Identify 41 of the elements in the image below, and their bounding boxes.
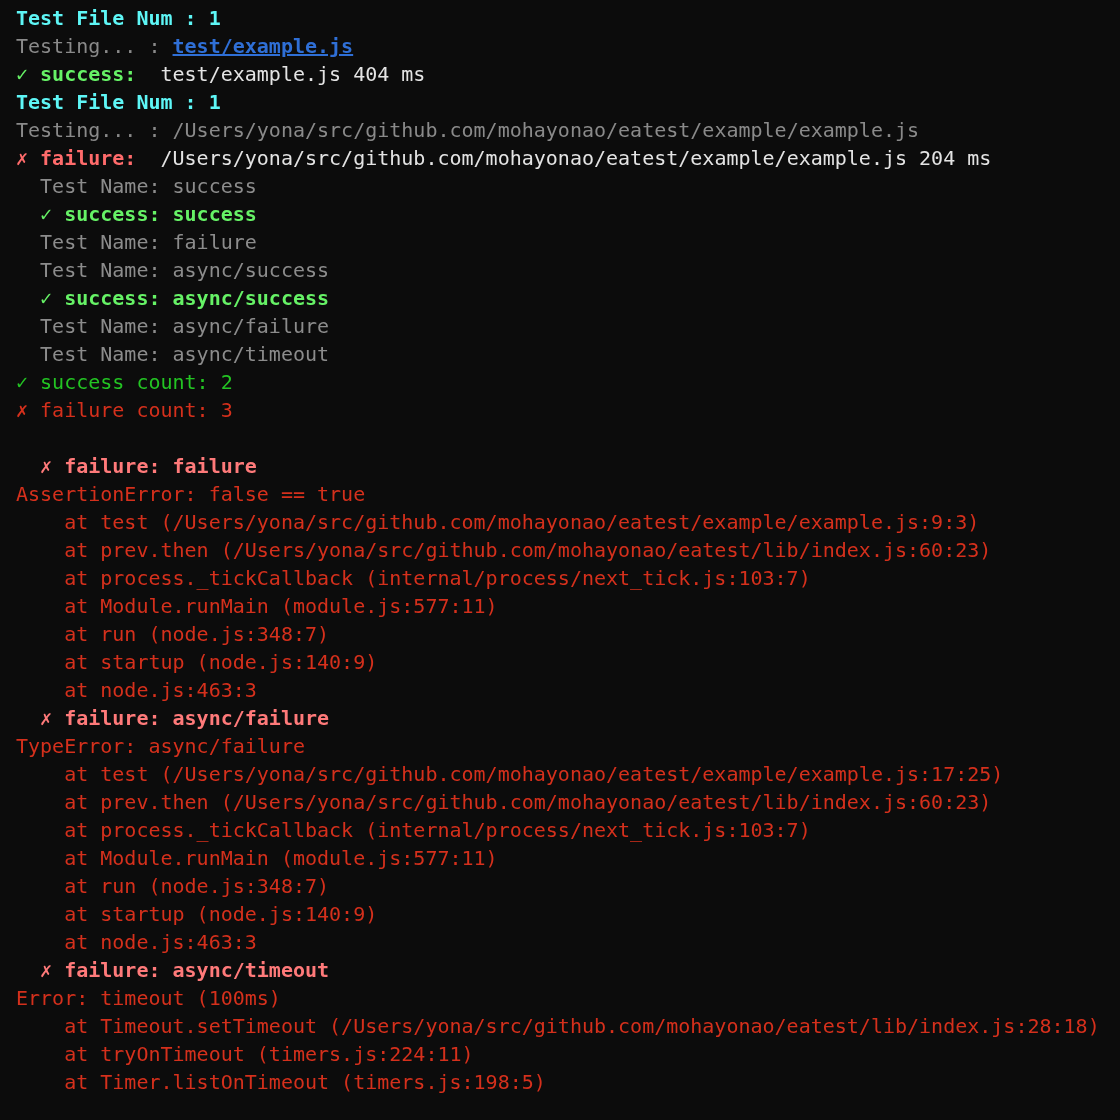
testing-label: Testing... : /Users/yona/src/github.com/mohayonao/eatest/example/example.js (16, 117, 920, 144)
error-text: at run (node.js:348:7) (64, 621, 330, 648)
testing-label: Testing... : (16, 33, 161, 60)
failure-heading: ✗ failure: async/timeout (40, 957, 330, 984)
test-name: Test Name: success (40, 173, 257, 200)
success-label: ✓ success: (16, 61, 137, 88)
error-text: at tryOnTimeout (timers.js:224:11) (64, 1041, 474, 1068)
failure-heading: ✗ failure: async/failure (40, 705, 330, 732)
failure-heading: ✗ failure: failure (40, 453, 257, 480)
error-text: at Timer.listOnTimeout (timers.js:198:5) (64, 1069, 546, 1096)
error-text: at prev.then (/Users/yona/src/github.com/mohayonao/eatest/lib/index.js:60:23) (64, 789, 992, 816)
error-text: Error: timeout (100ms) (16, 985, 281, 1012)
file-count-heading: Test File Num : 1 (16, 89, 221, 116)
failure-count: ✗ failure count: 3 (16, 397, 233, 424)
error-text: at Module.runMain (module.js:577:11) (64, 593, 498, 620)
error-text: at process._tickCallback (internal/process/next_tick.js:103:7) (64, 817, 811, 844)
test-name: Test Name: failure (40, 229, 257, 256)
error-text: at startup (node.js:140:9) (64, 901, 378, 928)
result-text: /Users/yona/src/github.com/mohayonao/eatest/example/example.js 204 ms (159, 145, 992, 172)
test-name: Test Name: async/failure (40, 313, 330, 340)
file-count-heading: Test File Num : 1 (16, 5, 221, 32)
error-text: at startup (node.js:140:9) (64, 649, 378, 676)
error-text: at Module.runMain (module.js:577:11) (64, 845, 498, 872)
error-text: TypeError: async/failure (16, 733, 305, 760)
success-label: ✓ success: async/success (40, 285, 330, 312)
file-link[interactable]: test/example.js (172, 32, 354, 60)
error-text: AssertionError: false == true (16, 481, 366, 508)
test-name: Test Name: async/timeout (40, 341, 330, 368)
test-name: Test Name: async/success (40, 257, 330, 284)
error-text: at test (/Users/yona/src/github.com/mohayonao/eatest/example/example.js:17:25) (64, 761, 1004, 788)
error-text: at node.js:463:3 (64, 929, 257, 956)
success-label: ✓ success: success (40, 201, 257, 228)
error-text: at test (/Users/yona/src/github.com/mohayonao/eatest/example/example.js:9:3) (64, 509, 980, 536)
success-count: ✓ success count: 2 (16, 369, 233, 396)
result-text: test/example.js 404 ms (159, 61, 426, 88)
error-text: at node.js:463:3 (64, 677, 257, 704)
error-text: at Timeout.setTimeout (/Users/yona/src/github.com/mohayonao/eatest/lib/index.js:28:18) (64, 1013, 1100, 1040)
error-text: at run (node.js:348:7) (64, 873, 330, 900)
error-text: at prev.then (/Users/yona/src/github.com/mohayonao/eatest/lib/index.js:60:23) (64, 537, 992, 564)
failure-label: ✗ failure: (16, 145, 137, 172)
error-text: at process._tickCallback (internal/process/next_tick.js:103:7) (64, 565, 811, 592)
